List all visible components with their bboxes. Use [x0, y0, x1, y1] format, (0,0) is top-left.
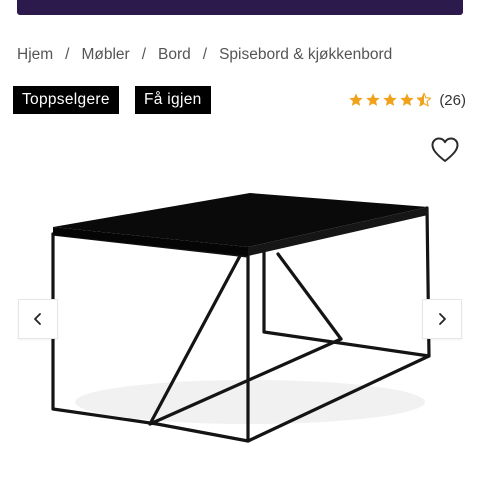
carousel-next-button[interactable] — [422, 299, 462, 339]
badge-fa-igjen: Få igjen — [135, 86, 211, 114]
breadcrumb-separator: / — [202, 46, 208, 63]
breadcrumb-separator: / — [141, 46, 147, 63]
heart-outline-icon[interactable] — [430, 136, 460, 164]
star-icon — [383, 93, 397, 106]
top-banner — [17, 0, 463, 15]
breadcrumb-spisebord[interactable]: Spisebord & kjøkkenbord — [219, 46, 392, 64]
badge-toppselgere: Toppselgere — [13, 86, 119, 114]
carousel-prev-button[interactable] — [18, 299, 58, 339]
rating-stars — [348, 92, 432, 108]
product-rating[interactable]: (26) — [348, 89, 466, 111]
breadcrumb-mobler[interactable]: Møbler — [81, 46, 129, 64]
star-icon — [349, 93, 363, 106]
chevron-right-icon — [439, 313, 446, 325]
breadcrumb-bord[interactable]: Bord — [158, 46, 191, 64]
breadcrumb: Hjem / Møbler / Bord / Spisebord & kjøkk… — [17, 44, 392, 66]
breadcrumb-home[interactable]: Hjem — [17, 46, 53, 64]
breadcrumb-separator: / — [65, 46, 70, 63]
product-image — [40, 180, 440, 460]
star-icon — [400, 93, 414, 106]
star-icon — [366, 93, 380, 106]
star-half-icon — [417, 92, 432, 107]
chevron-left-icon — [34, 313, 41, 325]
rating-count[interactable]: (26) — [439, 92, 466, 109]
